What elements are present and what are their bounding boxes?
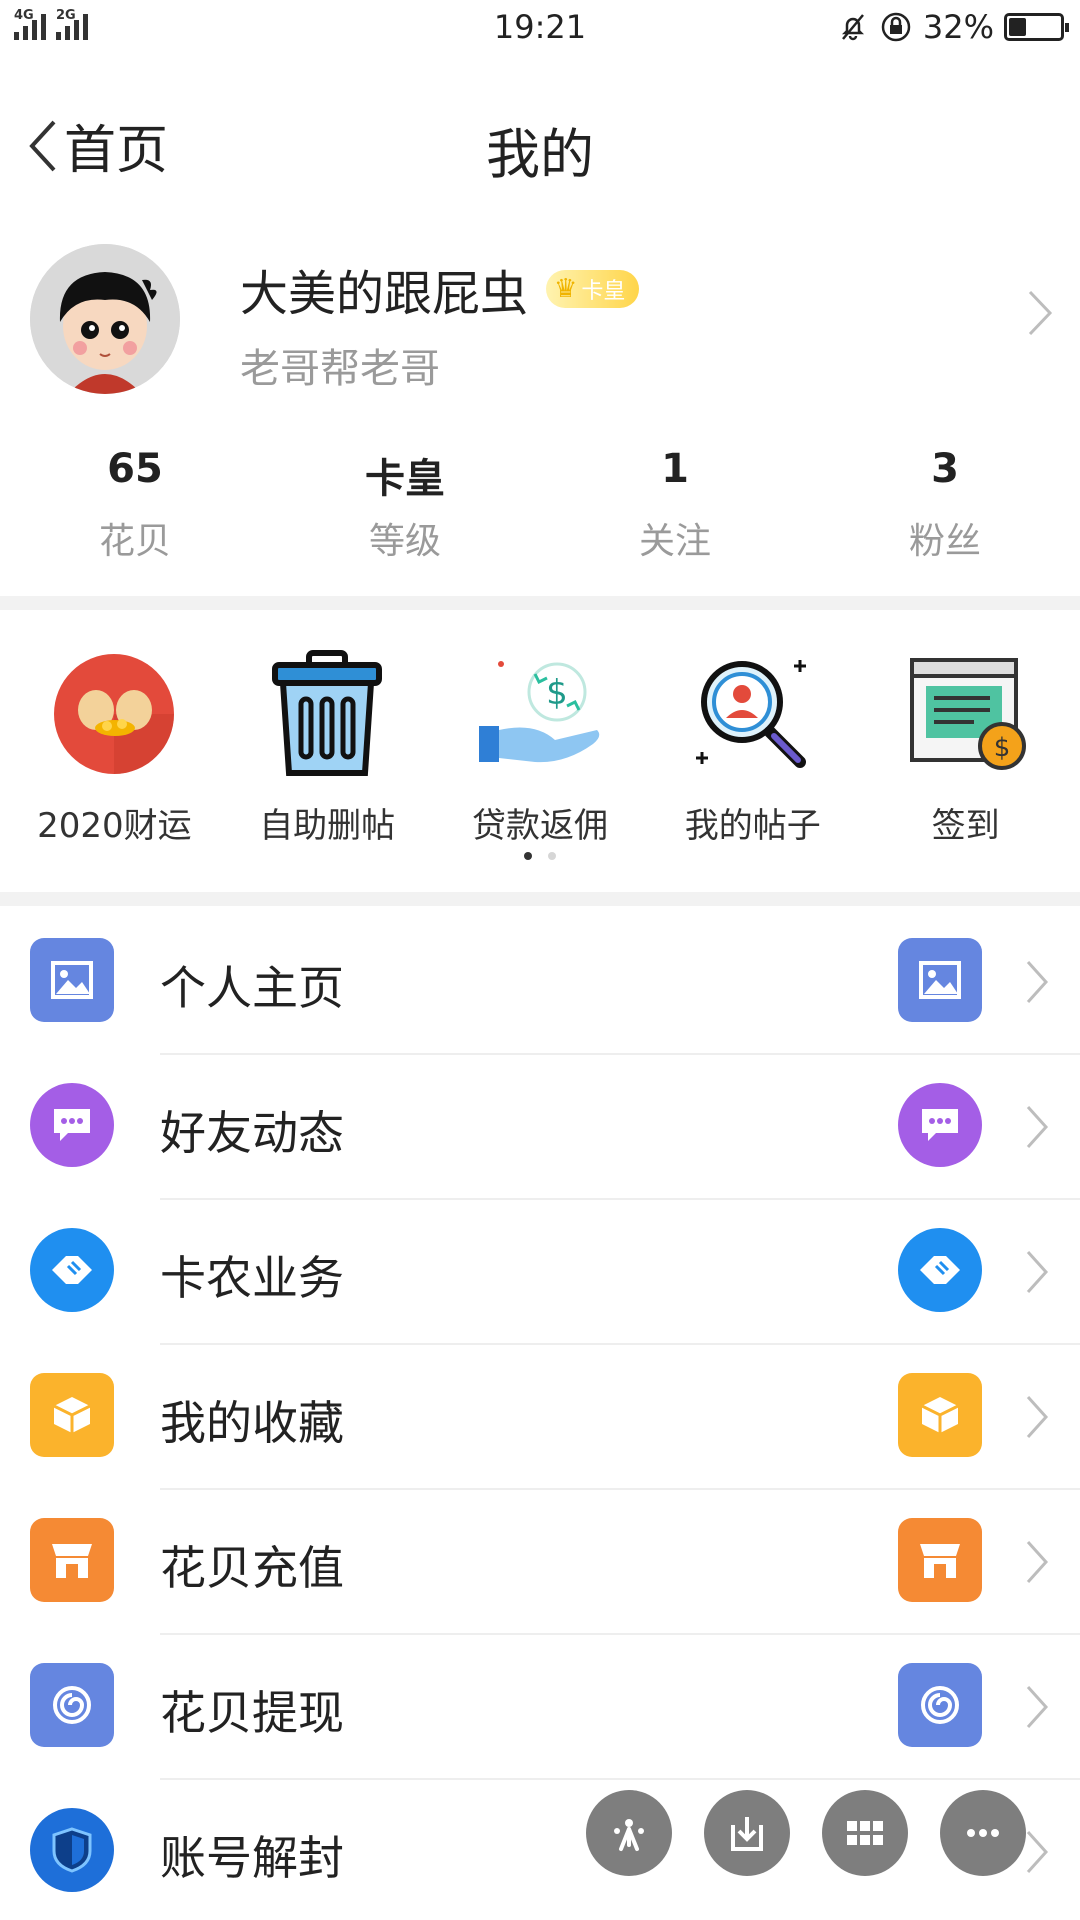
menu-item-label: 账号解封	[160, 1831, 344, 1885]
stat-followers[interactable]: 3 粉丝	[810, 446, 1080, 576]
shield-icon	[30, 1808, 114, 1892]
sparkle-button[interactable]	[586, 1790, 672, 1876]
quick-item-label: 我的帖子	[684, 806, 821, 846]
rotation-lock-icon	[881, 12, 911, 42]
stat-value: 3	[931, 446, 959, 492]
menu-item-label: 个人主页	[160, 961, 344, 1015]
battery-fill	[1009, 18, 1027, 36]
chevron-right-icon	[1026, 1395, 1049, 1439]
stats-row: 65 花贝 卡皇 等级 1 关注 3 粉丝	[0, 446, 1080, 576]
menu-item-homepage[interactable]: 个人主页	[0, 910, 1080, 1055]
more-icon	[967, 1829, 999, 1837]
menu-item-label: 卡农业务	[160, 1251, 344, 1305]
box-icon	[30, 1373, 114, 1457]
level-badge: ♛ 卡皇	[546, 270, 640, 308]
avatar[interactable]	[30, 244, 180, 394]
stat-label: 等级	[368, 521, 441, 562]
stat-following[interactable]: 1 关注	[540, 446, 810, 576]
quick-item-label: 2020财运	[37, 806, 192, 846]
menu-list: 个人主页 好友动态 卡农业务 我的收藏 花贝充值 花贝提现 账号解封	[0, 910, 1080, 1920]
chevron-right-icon	[1026, 1105, 1049, 1149]
chevron-right-icon	[1026, 960, 1049, 1004]
page-indicator	[0, 852, 1080, 860]
svg-text:$: $	[993, 733, 1010, 763]
menu-item-label: 花贝提现	[160, 1686, 344, 1740]
quick-item-fortune[interactable]: 2020财运	[8, 612, 221, 847]
store-icon	[30, 1518, 114, 1602]
crown-icon: ♛	[554, 274, 578, 304]
quick-item-delete-post[interactable]: 自助删帖	[221, 612, 434, 847]
level-badge-label: 卡皇	[581, 279, 626, 304]
search-person-icon	[683, 644, 823, 784]
menu-item-kanong-business[interactable]: 卡农业务	[0, 1200, 1080, 1345]
svg-text:$: $	[546, 673, 568, 713]
stat-label: 关注	[638, 521, 711, 562]
floating-toolbar	[586, 1790, 1026, 1876]
section-divider	[0, 892, 1080, 906]
username: 大美的跟屁虫	[240, 266, 529, 322]
grid-icon	[847, 1821, 883, 1845]
mute-bell-icon	[841, 14, 864, 41]
handshake-icon	[30, 1228, 114, 1312]
trash-icon	[257, 644, 397, 784]
stat-huabei[interactable]: 65 花贝	[0, 446, 270, 576]
page-dot	[548, 852, 556, 860]
chat-icon	[30, 1083, 114, 1167]
section-divider	[0, 596, 1080, 610]
stat-level[interactable]: 卡皇 等级	[270, 446, 540, 576]
image-icon	[898, 938, 982, 1022]
nav-bar: 首页 我的	[0, 58, 1080, 228]
cash-hand-icon: $	[470, 644, 610, 784]
quick-item-label: 贷款返佣	[471, 806, 608, 846]
download-icon	[731, 1817, 763, 1851]
menu-item-label: 好友动态	[160, 1106, 344, 1160]
grid-button[interactable]	[822, 1790, 908, 1876]
fortune-icon	[44, 644, 184, 784]
page-title: 我的	[486, 123, 594, 186]
stat-value: 1	[661, 446, 689, 492]
stat-label: 花贝	[98, 521, 171, 562]
user-signature: 老哥帮老哥	[240, 346, 440, 392]
chevron-right-icon	[1026, 1540, 1049, 1584]
status-right: 32%	[837, 8, 1069, 46]
spiral-icon	[30, 1663, 114, 1747]
sparkle-icon	[614, 1819, 644, 1851]
status-bar: 4G 2G 19:21 32%	[0, 0, 1080, 58]
chat-icon	[898, 1083, 982, 1167]
stat-label: 粉丝	[908, 521, 981, 562]
chevron-right-icon	[1026, 1250, 1049, 1294]
store-icon	[898, 1518, 982, 1602]
menu-item-recharge[interactable]: 花贝充值	[0, 1490, 1080, 1635]
more-button[interactable]	[940, 1790, 1026, 1876]
menu-item-withdraw[interactable]: 花贝提现	[0, 1635, 1080, 1780]
chevron-right-icon	[1026, 1685, 1049, 1729]
profile-header[interactable]: 大美的跟屁虫 ♛ 卡皇 老哥帮老哥	[0, 236, 1080, 406]
username-row: 大美的跟屁虫 ♛ 卡皇	[240, 254, 640, 324]
quick-menu: 2020财运 自助删帖 $ 贷款返佣 我的帖子 $ 签到	[0, 612, 1080, 892]
stat-value: 卡皇	[365, 456, 445, 502]
chevron-right-icon	[1026, 1830, 1049, 1874]
stat-value: 65	[107, 446, 163, 492]
quick-item-label: 自助删帖	[259, 806, 396, 846]
download-button[interactable]	[704, 1790, 790, 1876]
menu-item-favorites[interactable]: 我的收藏	[0, 1345, 1080, 1490]
chevron-right-icon	[1028, 290, 1053, 336]
avatar-image	[30, 244, 180, 394]
page-dot-active	[524, 852, 532, 860]
box-icon	[898, 1373, 982, 1457]
menu-item-friend-feed[interactable]: 好友动态	[0, 1055, 1080, 1200]
handshake-icon	[898, 1228, 982, 1312]
quick-item-loan-rebate[interactable]: $ 贷款返佣	[434, 612, 647, 847]
quick-item-label: 签到	[931, 806, 1000, 846]
spiral-icon	[898, 1663, 982, 1747]
menu-item-label: 花贝充值	[160, 1541, 344, 1595]
battery-icon	[1004, 13, 1069, 41]
quick-item-my-posts[interactable]: 我的帖子	[646, 612, 859, 847]
quick-item-checkin[interactable]: $ 签到	[859, 612, 1072, 847]
battery-percent: 32%	[922, 8, 994, 46]
image-icon	[30, 938, 114, 1022]
checkin-icon: $	[896, 644, 1036, 784]
menu-item-label: 我的收藏	[160, 1396, 344, 1450]
